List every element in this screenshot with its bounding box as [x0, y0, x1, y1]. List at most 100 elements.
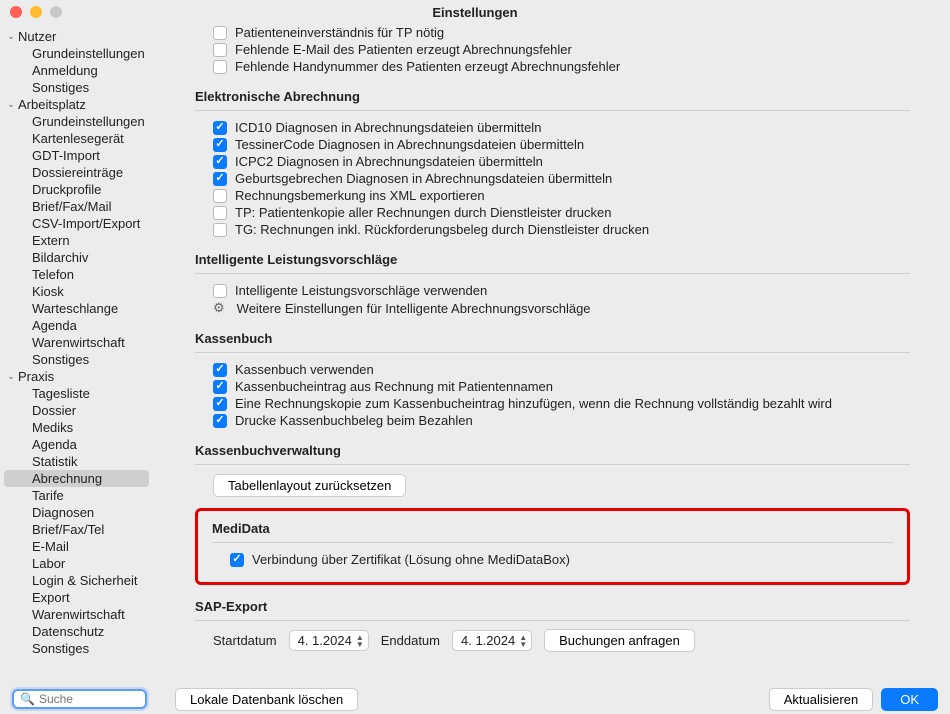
- sidebar-item[interactable]: Sonstiges: [0, 640, 153, 657]
- checkbox[interactable]: [213, 206, 227, 220]
- window-title: Einstellungen: [0, 5, 950, 20]
- sidebar-group-header[interactable]: ⌄Arbeitsplatz: [0, 96, 153, 113]
- medidata-highlight: MediData Verbindung über Zertifikat (Lös…: [195, 508, 910, 585]
- titlebar: Einstellungen: [0, 0, 950, 24]
- stepper-icon[interactable]: ▲▼: [356, 634, 364, 648]
- sidebar-item[interactable]: Login & Sicherheit: [0, 572, 153, 589]
- sidebar-item[interactable]: Agenda: [0, 317, 153, 334]
- content-area: Patienteneinverständnis für TP nötig Fehl…: [155, 24, 950, 690]
- checkbox[interactable]: [213, 414, 227, 428]
- sidebar-item[interactable]: Warenwirtschaft: [0, 334, 153, 351]
- sidebar-item[interactable]: Sonstiges: [0, 351, 153, 368]
- checkbox-label: Fehlende Handynummer des Patienten erzeu…: [235, 59, 620, 74]
- checkbox-medidata-zertifikat[interactable]: [230, 553, 244, 567]
- checkbox-label: Kassenbuch verwenden: [235, 362, 374, 377]
- sidebar-item[interactable]: Dossier: [0, 402, 153, 419]
- sidebar-item[interactable]: Telefon: [0, 266, 153, 283]
- sidebar-item[interactable]: Warteschlange: [0, 300, 153, 317]
- checkbox[interactable]: [213, 43, 227, 57]
- checkbox-label: ICPC2 Diagnosen in Abrechnungsdateien üb…: [235, 154, 543, 169]
- search-field-wrap[interactable]: 🔍: [12, 689, 147, 709]
- sidebar-item[interactable]: Tarife: [0, 487, 153, 504]
- disclosure-icon: ⌄: [6, 99, 16, 110]
- sidebar-item[interactable]: Anmeldung: [0, 62, 153, 79]
- checkbox-label: Eine Rechnungskopie zum Kassenbucheintra…: [235, 396, 832, 411]
- sidebar-item[interactable]: Grundeinstellungen: [0, 45, 153, 62]
- checkbox-label: Rechnungsbemerkung ins XML exportieren: [235, 188, 485, 203]
- checkbox-label: TG: Rechnungen inkl. Rückforderungsbeleg…: [235, 222, 649, 237]
- sidebar-item[interactable]: Warenwirtschaft: [0, 606, 153, 623]
- checkbox-label: Drucke Kassenbuchbeleg beim Bezahlen: [235, 413, 473, 428]
- footer: 🔍 Lokale Datenbank löschen Aktualisieren…: [0, 684, 950, 714]
- refresh-button[interactable]: Aktualisieren: [769, 688, 873, 711]
- checkbox-label: Patienteneinverständnis für TP nötig: [235, 25, 444, 40]
- sidebar-item[interactable]: Kiosk: [0, 283, 153, 300]
- sidebar-item[interactable]: Abrechnung: [4, 470, 149, 487]
- checkbox[interactable]: [213, 121, 227, 135]
- section-title-kassenbuch: Kassenbuch: [195, 331, 910, 346]
- sidebar-item[interactable]: Dossiereinträge: [0, 164, 153, 181]
- sidebar-group-label: Praxis: [18, 369, 54, 384]
- checkbox-label: Intelligente Leistungsvorschläge verwend…: [235, 283, 487, 298]
- section-title-elektronische: Elektronische Abrechnung: [195, 89, 910, 104]
- disclosure-icon: ⌄: [6, 31, 16, 42]
- sidebar-item[interactable]: Sonstiges: [0, 79, 153, 96]
- sidebar-item[interactable]: Druckprofile: [0, 181, 153, 198]
- sidebar-group-label: Arbeitsplatz: [18, 97, 86, 112]
- sidebar-item[interactable]: Statistik: [0, 453, 153, 470]
- gear-row-label: Weitere Einstellungen für Intelligente A…: [237, 301, 591, 316]
- checkbox-intelligente-vorschlaege[interactable]: [213, 284, 227, 298]
- sidebar-group-header[interactable]: ⌄Praxis: [0, 368, 153, 385]
- sidebar-item[interactable]: Brief/Fax/Tel: [0, 521, 153, 538]
- delete-local-db-button[interactable]: Lokale Datenbank löschen: [175, 688, 358, 711]
- sidebar-item[interactable]: Tagesliste: [0, 385, 153, 402]
- sidebar-item[interactable]: Diagnosen: [0, 504, 153, 521]
- sidebar: ⌄NutzerGrundeinstellungenAnmeldungSonsti…: [0, 24, 155, 690]
- sidebar-item[interactable]: Labor: [0, 555, 153, 572]
- checkbox[interactable]: [213, 363, 227, 377]
- enddatum-label: Enddatum: [381, 633, 440, 648]
- section-title-intelligente: Intelligente Leistungsvorschläge: [195, 252, 910, 267]
- search-icon: 🔍: [20, 692, 35, 706]
- section-title-kassenbuchverwaltung: Kassenbuchverwaltung: [195, 443, 910, 458]
- checkbox[interactable]: [213, 189, 227, 203]
- sidebar-item[interactable]: Agenda: [0, 436, 153, 453]
- ok-button[interactable]: OK: [881, 688, 938, 711]
- search-input[interactable]: [39, 692, 139, 706]
- reset-table-layout-button[interactable]: Tabellenlayout zurücksetzen: [213, 474, 406, 497]
- sidebar-group-label: Nutzer: [18, 29, 56, 44]
- sidebar-item[interactable]: CSV-Import/Export: [0, 215, 153, 232]
- gear-icon[interactable]: ⚙: [213, 300, 225, 316]
- sidebar-item[interactable]: Extern: [0, 232, 153, 249]
- sidebar-item[interactable]: Mediks: [0, 419, 153, 436]
- checkbox-label: Geburtsgebrechen Diagnosen in Abrechnung…: [235, 171, 612, 186]
- checkbox-label: TessinerCode Diagnosen in Abrechnungsdat…: [235, 137, 584, 152]
- checkbox[interactable]: [213, 155, 227, 169]
- sidebar-item[interactable]: E-Mail: [0, 538, 153, 555]
- sidebar-item[interactable]: GDT-Import: [0, 147, 153, 164]
- checkbox-label: ICD10 Diagnosen in Abrechnungsdateien üb…: [235, 120, 541, 135]
- checkbox[interactable]: [213, 223, 227, 237]
- checkbox[interactable]: [213, 380, 227, 394]
- checkbox[interactable]: [213, 26, 227, 40]
- section-title-sap: SAP-Export: [195, 599, 910, 614]
- checkbox[interactable]: [213, 172, 227, 186]
- startdatum-label: Startdatum: [213, 633, 277, 648]
- sidebar-item[interactable]: Export: [0, 589, 153, 606]
- enddatum-field[interactable]: 4. 1.2024 ▲▼: [452, 630, 532, 651]
- sidebar-item[interactable]: Datenschutz: [0, 623, 153, 640]
- startdatum-value: 4. 1.2024: [298, 633, 352, 648]
- sidebar-group-header[interactable]: ⌄Nutzer: [0, 28, 153, 45]
- startdatum-field[interactable]: 4. 1.2024 ▲▼: [289, 630, 369, 651]
- sidebar-item[interactable]: Brief/Fax/Mail: [0, 198, 153, 215]
- stepper-icon[interactable]: ▲▼: [519, 634, 527, 648]
- checkbox-label: Fehlende E-Mail des Patienten erzeugt Ab…: [235, 42, 572, 57]
- sidebar-item[interactable]: Grundeinstellungen: [0, 113, 153, 130]
- checkbox[interactable]: [213, 397, 227, 411]
- buchungen-anfragen-button[interactable]: Buchungen anfragen: [544, 629, 695, 652]
- checkbox-label: TP: Patientenkopie aller Rechnungen durc…: [235, 205, 612, 220]
- sidebar-item[interactable]: Bildarchiv: [0, 249, 153, 266]
- sidebar-item[interactable]: Kartenlesegerät: [0, 130, 153, 147]
- checkbox[interactable]: [213, 138, 227, 152]
- checkbox[interactable]: [213, 60, 227, 74]
